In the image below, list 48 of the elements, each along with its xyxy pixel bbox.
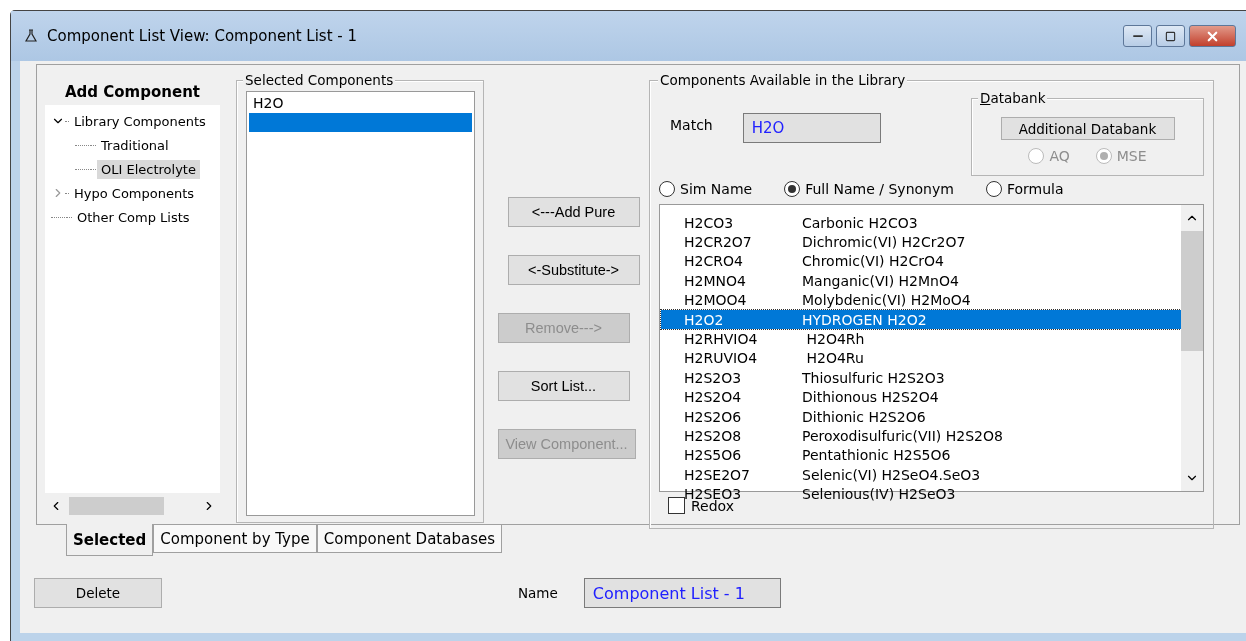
list-row[interactable]: H2S2O3 Thiosulfuric H2S2O3: [661, 368, 1181, 388]
action-button[interactable]: <-Substitute->: [507, 255, 640, 285]
list-row[interactable]: H2CO3 Carbonic H2CO3: [661, 213, 1181, 233]
list-row[interactable]: H2S2O6 Dithionic H2S2O6: [661, 406, 1181, 427]
group-title: Components Available in the Library: [658, 72, 908, 88]
match-field[interactable]: H2O: [742, 113, 881, 143]
action-button[interactable]: Sort List...: [497, 371, 630, 401]
tree-item[interactable]: Other Comp Lists: [73, 207, 194, 227]
list-row[interactable]: H2CR2O7 Dichromic(VI) H2Cr2O7: [661, 232, 1181, 252]
action-button[interactable]: <---Add Pure: [507, 197, 640, 227]
scrollbar-thumb[interactable]: [1181, 231, 1203, 351]
list-row[interactable]: H2MOO4 Molybdenic(VI) H2MoO4: [661, 290, 1181, 310]
match-label: Match: [670, 117, 713, 135]
radio-option[interactable]: Sim Name: [659, 181, 753, 197]
tree-item[interactable]: Traditional: [97, 135, 173, 155]
window-title: Component List View: Component List - 1: [47, 27, 358, 45]
maximize-button[interactable]: [1156, 25, 1185, 47]
name-field[interactable]: Component List - 1: [583, 578, 781, 608]
tree-item[interactable]: Library Components: [70, 111, 210, 131]
list-row[interactable]: H2RUVIO4 H2O4Ru: [661, 348, 1181, 369]
maximize-icon: [1165, 30, 1176, 42]
panel-heading: Add Component: [64, 82, 201, 103]
list-row[interactable]: H2SE2O7 Selenic(VI) H2SeO4.SeO3: [661, 465, 1181, 485]
close-button[interactable]: [1189, 25, 1236, 47]
list-row[interactable]: H2S2O4 Dithionous H2S2O4: [661, 387, 1181, 407]
name-label: Name: [518, 585, 558, 601]
additional-databank-button[interactable]: Additional Databank: [1000, 117, 1175, 140]
tree-item[interactable]: OLI Electrolyte: [97, 159, 200, 179]
tab[interactable]: Component Databases: [316, 525, 502, 553]
group-title: Selected Components: [243, 72, 396, 88]
vertical-scrollbar[interactable]: [1181, 205, 1203, 491]
list-row[interactable]: H2O2 HYDROGEN H2O2: [661, 309, 1181, 330]
tab[interactable]: Selected: [66, 524, 154, 556]
list-row[interactable]: H2MNO4 Manganic(VI) H2MnO4: [661, 271, 1181, 291]
list-row[interactable]: H2S5O6 Pentathionic H2S5O6: [661, 445, 1181, 466]
tab[interactable]: Component by Type: [153, 525, 317, 553]
list-item[interactable]: H2O: [249, 94, 472, 113]
list-row[interactable]: H2S2O8 Peroxodisulfuric(VII) H2S2O8: [661, 426, 1181, 446]
radio-option[interactable]: Full Name / Synonym: [784, 181, 954, 197]
group-title: Databank: [978, 90, 1048, 106]
tree-item[interactable]: Hypo Components: [70, 183, 199, 203]
minimize-button[interactable]: [1123, 25, 1152, 47]
list-row[interactable]: H2CRO4 Chromic(VI) H2CrO4: [661, 251, 1181, 272]
delete-button[interactable]: Delete: [34, 578, 162, 608]
radio-option[interactable]: Formula: [985, 181, 1064, 197]
scrollbar-thumb[interactable]: [69, 497, 164, 515]
list-row[interactable]: H2RHVIO4 H2O4Rh: [661, 329, 1181, 349]
flask-icon: [25, 29, 37, 43]
